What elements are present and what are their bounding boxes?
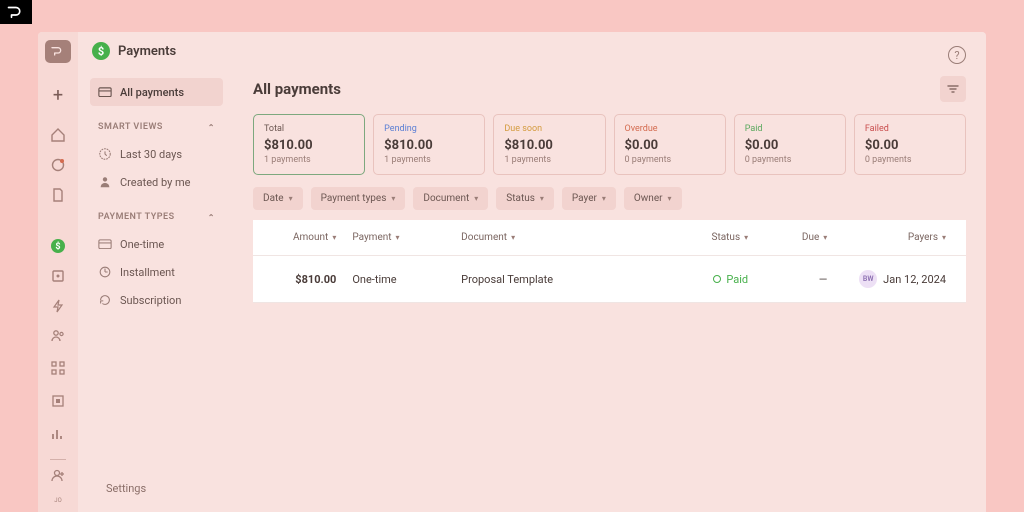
app-frame: + $ JO $ Payments All payments SMART V <box>38 32 986 512</box>
card-total[interactable]: Total $810.00 1 payments <box>253 114 365 175</box>
card-pending[interactable]: Pending $810.00 1 payments <box>373 114 485 175</box>
sidebar: $ Payments All payments SMART VIEWS ⌃ La… <box>78 32 233 512</box>
nav-rail: + $ JO <box>38 32 78 512</box>
chevron-down-icon: ▾ <box>540 194 544 203</box>
chevron-down-icon: ▾ <box>332 233 336 242</box>
cell-amount: $810.00 <box>273 273 352 286</box>
payments-table: Amount ▾ Payment ▾ Document ▾ Status ▾ D… <box>253 220 966 303</box>
cell-status: Paid <box>649 273 748 286</box>
col-payment[interactable]: Payment ▾ <box>352 232 461 243</box>
col-due[interactable]: Due ▾ <box>748 232 827 243</box>
create-new-button[interactable]: + <box>46 85 70 106</box>
help-button[interactable]: ? <box>948 46 966 64</box>
page-title: All payments <box>253 80 341 98</box>
card-icon <box>98 85 112 99</box>
rail-footer-text: JO <box>54 497 61 504</box>
cell-due: — <box>748 273 827 286</box>
chevron-down-icon: ▾ <box>289 194 293 203</box>
clock-icon <box>98 147 112 161</box>
nav-subscription[interactable]: Subscription <box>90 286 223 314</box>
card-failed[interactable]: Failed $0.00 0 payments <box>854 114 966 175</box>
card-paid[interactable]: Paid $0.00 0 payments <box>734 114 846 175</box>
col-amount[interactable]: Amount ▾ <box>273 232 352 243</box>
payments-icon[interactable]: $ <box>46 236 70 257</box>
home-icon[interactable] <box>46 124 70 145</box>
automation-icon[interactable] <box>46 296 70 317</box>
card-overdue[interactable]: Overdue $0.00 0 payments <box>614 114 726 175</box>
activity-icon[interactable] <box>46 154 70 175</box>
contacts-icon[interactable] <box>46 326 70 347</box>
section-payment-types[interactable]: PAYMENT TYPES ⌃ <box>90 208 223 226</box>
apps-icon[interactable] <box>46 356 70 380</box>
analytics-icon[interactable] <box>46 422 70 446</box>
payer-avatar: BW <box>859 270 877 288</box>
topbar: ? <box>253 46 966 64</box>
filter-payment-types[interactable]: Payment types▾ <box>311 187 406 210</box>
table-row[interactable]: $810.00 One-time Proposal Template Paid … <box>253 255 966 303</box>
nav-created-by-me[interactable]: Created by me <box>90 168 223 196</box>
brand-corner-logo <box>0 0 32 24</box>
filter-document[interactable]: Document▾ <box>413 187 488 210</box>
library-icon[interactable] <box>46 389 70 413</box>
chevron-down-icon: ▾ <box>668 194 672 203</box>
filter-owner[interactable]: Owner▾ <box>624 187 682 210</box>
chevron-down-icon: ▾ <box>511 233 515 242</box>
filter-date[interactable]: Date▾ <box>253 187 303 210</box>
filter-icon <box>947 84 959 94</box>
card-due-soon[interactable]: Due soon $810.00 1 payments <box>493 114 605 175</box>
invite-icon[interactable] <box>46 464 70 488</box>
col-status[interactable]: Status ▾ <box>649 232 748 243</box>
documents-icon[interactable] <box>46 184 70 205</box>
nav-all-payments[interactable]: All payments <box>90 78 223 106</box>
cell-payers: BW Jan 12, 2024 <box>827 270 946 288</box>
filter-bar: Date▾ Payment types▾ Document▾ Status▾ P… <box>253 187 966 210</box>
page-header: All payments <box>253 76 966 102</box>
chevron-up-icon: ⌃ <box>208 213 215 222</box>
nav-installment[interactable]: Installment <box>90 258 223 286</box>
col-payers[interactable]: Payers ▾ <box>827 232 946 243</box>
dollar-icon: $ <box>92 42 110 60</box>
col-document[interactable]: Document ▾ <box>461 232 649 243</box>
svg-text:$: $ <box>55 241 60 252</box>
installment-icon <box>98 265 112 279</box>
chevron-down-icon: ▾ <box>602 194 606 203</box>
nav-last-30-days[interactable]: Last 30 days <box>90 140 223 168</box>
chevron-up-icon: ⌃ <box>208 123 215 132</box>
sidebar-header: $ Payments <box>90 42 223 60</box>
summary-cards: Total $810.00 1 payments Pending $810.00… <box>253 114 966 175</box>
filter-status[interactable]: Status▾ <box>496 187 554 210</box>
status-dot-icon <box>713 275 721 283</box>
main-content: ? All payments Total $810.00 1 payments … <box>233 32 986 512</box>
cell-payment: One-time <box>352 273 461 286</box>
chevron-down-icon: ▾ <box>474 194 478 203</box>
card-icon <box>98 237 112 251</box>
sidebar-title: Payments <box>118 44 176 59</box>
nav-one-time[interactable]: One-time <box>90 230 223 258</box>
nav-settings[interactable]: Settings <box>90 475 223 502</box>
filter-toggle-button[interactable] <box>940 76 966 102</box>
section-smart-views[interactable]: SMART VIEWS ⌃ <box>90 118 223 136</box>
table-header: Amount ▾ Payment ▾ Document ▾ Status ▾ D… <box>253 220 966 255</box>
filter-payer[interactable]: Payer▾ <box>562 187 616 210</box>
chevron-down-icon: ▾ <box>942 233 946 242</box>
templates-icon[interactable] <box>46 266 70 287</box>
nav-label: All payments <box>120 86 184 99</box>
chevron-down-icon: ▾ <box>391 194 395 203</box>
brand-logo[interactable] <box>45 40 71 63</box>
chevron-down-icon: ▾ <box>396 233 400 242</box>
person-icon <box>98 175 112 189</box>
recurring-icon <box>98 293 112 307</box>
cell-document: Proposal Template <box>461 273 649 286</box>
